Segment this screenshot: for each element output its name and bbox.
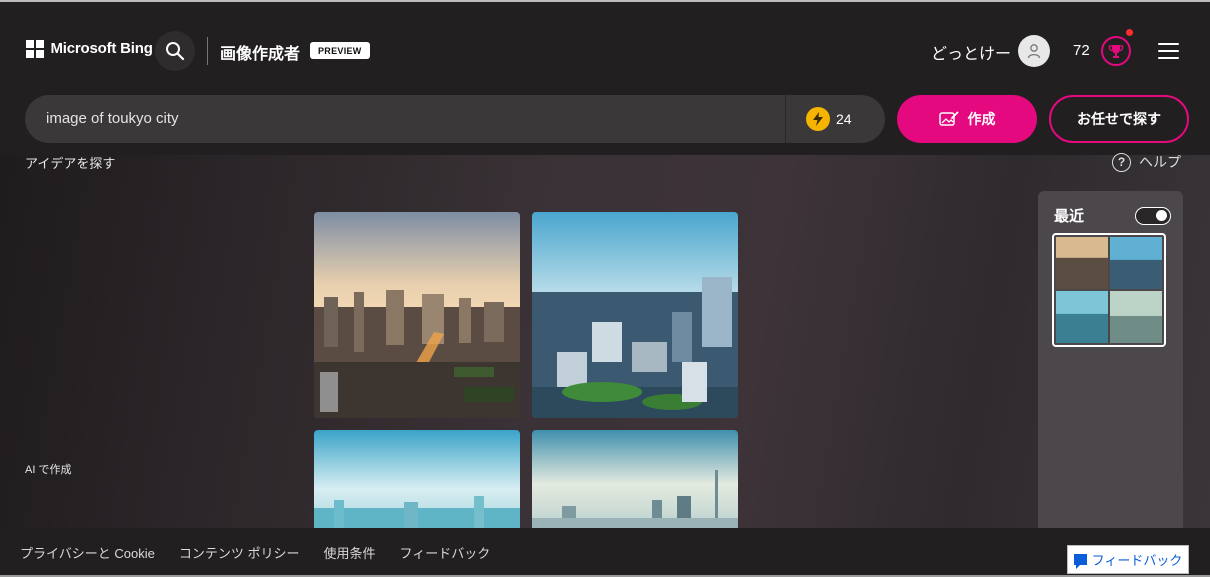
help-label: ヘルプ <box>1139 154 1181 170</box>
thumb-4 <box>1110 291 1162 343</box>
top-bar: Microsoft Bing 画像作成者 PREVIEW どっとけー 72 im… <box>0 0 1210 155</box>
terms-link[interactable]: 使用条件 <box>323 543 375 562</box>
prompt-divider <box>785 95 786 143</box>
footer: プライバシーと Cookie コンテンツ ポリシー 使用条件 フィードバック フ… <box>0 528 1210 577</box>
thumb-3 <box>1056 291 1108 343</box>
feedback-icon <box>1073 554 1087 569</box>
recent-toggle[interactable] <box>1135 207 1171 225</box>
menu-icon[interactable] <box>1158 43 1179 59</box>
thumb-1 <box>1056 237 1108 289</box>
rewards-button[interactable] <box>1101 36 1131 66</box>
search-icon <box>166 42 185 61</box>
avatar[interactable] <box>1018 35 1050 67</box>
surprise-me-button[interactable]: お任せで探す <box>1049 95 1189 143</box>
thumb-2 <box>1110 237 1162 289</box>
feedback-link[interactable]: フィードバック <box>399 543 490 562</box>
header-divider <box>207 37 208 65</box>
recent-creation-thumbnail[interactable] <box>1052 233 1166 347</box>
user-icon <box>1027 44 1041 59</box>
explore-ideas-link[interactable]: アイデアを探す <box>25 153 115 172</box>
prompt-input-container[interactable]: image of toukyo city 24 <box>25 95 885 143</box>
generated-image-2[interactable] <box>532 212 738 418</box>
generated-image-4[interactable] <box>532 430 738 528</box>
toggle-knob <box>1156 210 1167 221</box>
rewards-points[interactable]: 72 <box>1073 42 1090 59</box>
generated-image-1[interactable] <box>314 212 520 418</box>
ai-made-label: AI で作成 <box>25 464 72 476</box>
footer-links: プライバシーと Cookie コンテンツ ポリシー 使用条件 フィードバック <box>20 543 490 562</box>
feedback-button[interactable]: フィードバック <box>1067 545 1189 574</box>
main-content: アイデアを探す ? ヘルプ AI で作成 最近 <box>0 152 1210 528</box>
image-create-icon <box>938 111 958 126</box>
help-icon: ? <box>1112 152 1131 172</box>
recent-title: 最近 <box>1054 208 1085 225</box>
privacy-link[interactable]: プライバシーと Cookie <box>20 543 155 562</box>
create-button[interactable]: 作成 <box>897 95 1037 143</box>
boost-count: 24 <box>836 111 852 127</box>
trophy-icon <box>1108 45 1124 58</box>
generated-image-3[interactable] <box>314 430 520 528</box>
bing-logo[interactable]: Microsoft Bing <box>26 40 153 58</box>
search-button[interactable] <box>155 31 195 71</box>
content-policy-link[interactable]: コンテンツ ポリシー <box>179 543 300 562</box>
windows-logo-icon <box>26 40 44 58</box>
bolt-icon <box>806 107 830 131</box>
page-title: 画像作成者 <box>220 46 301 63</box>
recent-panel: 最近 <box>1038 191 1183 528</box>
username[interactable]: どっとけー <box>931 40 1011 64</box>
preview-badge: PREVIEW <box>310 42 370 59</box>
feedback-button-label: フィードバック <box>1091 553 1183 568</box>
create-button-label: 作成 <box>967 111 996 127</box>
notification-dot <box>1126 29 1133 36</box>
brand-name: Microsoft Bing <box>50 40 153 58</box>
prompt-input[interactable]: image of toukyo city <box>46 110 179 127</box>
help-link[interactable]: ? ヘルプ <box>1112 152 1181 172</box>
